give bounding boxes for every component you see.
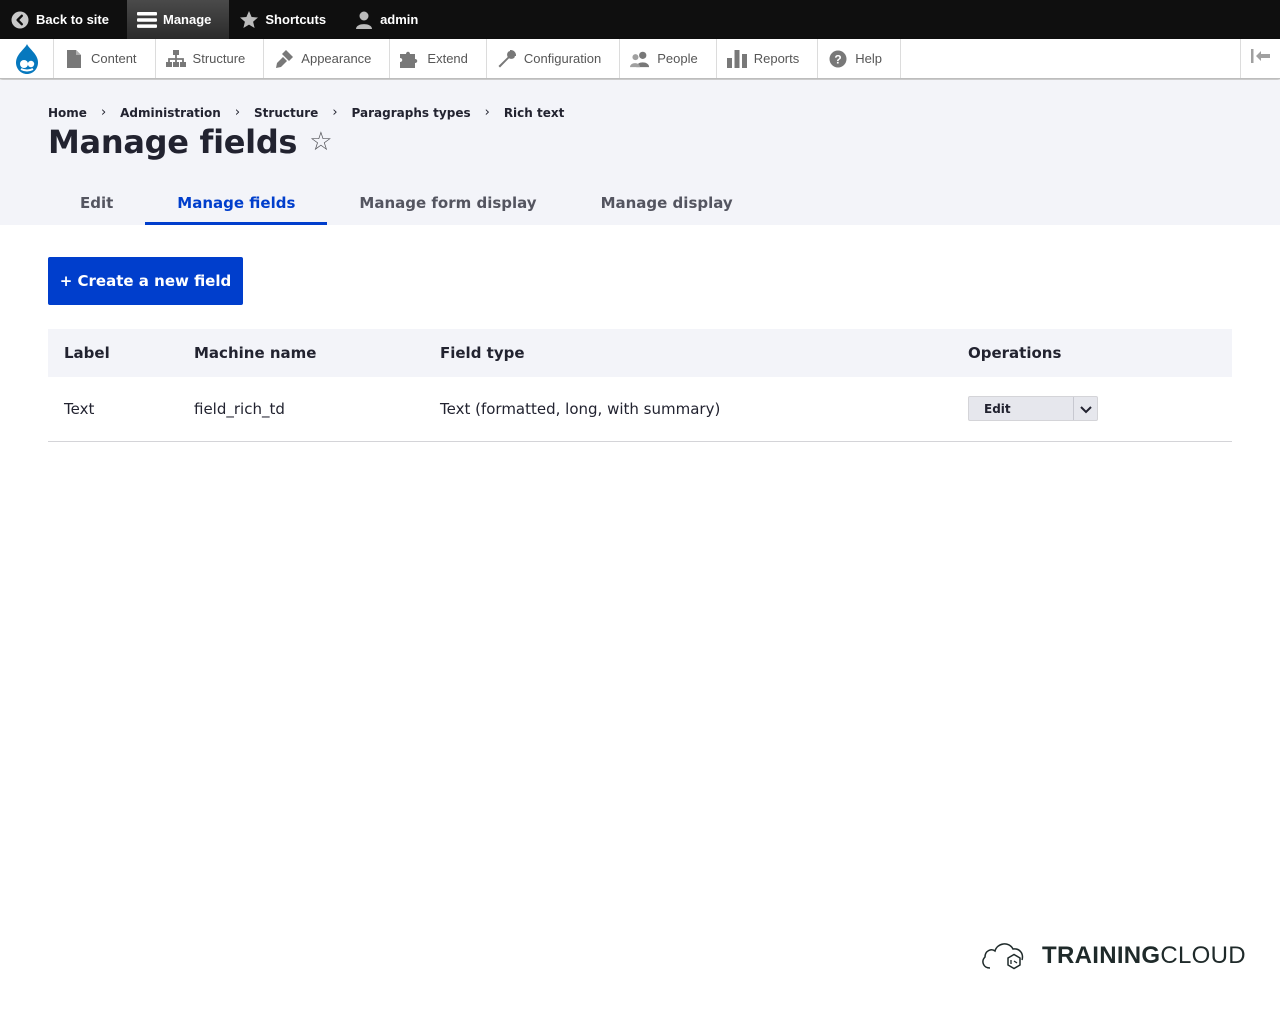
tray-item-configuration[interactable]: Configuration [487,39,621,78]
puzzle-icon [400,49,420,69]
paintbrush-icon [274,49,294,69]
admin-tray: Content Structure Appearance Extend Conf… [0,39,1280,79]
tray-item-label: Help [855,51,882,66]
collapse-arrow-icon [1250,49,1271,68]
table-row: Text field_rich_td Text (formatted, long… [48,377,1232,442]
header-field-type: Field type [424,329,952,377]
operations-dropbutton: Edit [968,396,1098,422]
hamburger-icon [136,10,157,30]
cloud-logo-icon [980,934,1028,978]
manage-label: Manage [162,12,212,27]
wrench-icon [497,49,517,69]
back-to-site-link[interactable]: Back to site [0,0,127,39]
add-shortcut-star-icon[interactable]: ☆ [309,127,332,157]
tray-item-label: Structure [192,51,246,66]
field-type-cell: Text (formatted, long, with summary) [424,377,952,442]
breadcrumb-chevron-icon: › [100,105,107,120]
tray-item-help[interactable]: ? Help [818,39,901,78]
breadcrumb-chevron-icon: › [484,105,490,120]
edit-field-button[interactable]: Edit [969,397,1073,420]
breadcrumb-link-administration[interactable]: Administration [120,106,221,120]
tray-item-reports[interactable]: Reports [717,39,819,78]
help-icon: ? [828,49,848,69]
tab-manage-display[interactable]: Manage display [569,180,765,225]
collapse-tray-button[interactable] [1240,39,1280,78]
tray-item-content[interactable]: Content [54,39,156,78]
tab-manage-form-display[interactable]: Manage form display [327,180,568,225]
back-to-site-label: Back to site [36,12,109,27]
back-arrow-icon [10,10,30,30]
tab-manage-fields[interactable]: Manage fields [145,180,328,225]
tab-edit[interactable]: Edit [48,180,145,225]
field-label-cell: Text [48,377,178,442]
tray-item-label: Content [91,51,137,66]
table-header-row: Label Machine name Field type Operations [48,329,1232,377]
tray-item-people[interactable]: People [620,39,717,78]
tray-item-extend[interactable]: Extend [390,39,487,78]
tray-item-label: Appearance [301,51,372,66]
tray-item-label: Configuration [523,51,602,66]
sitemap-icon [165,49,186,69]
watermark-text: TRAININGCLOUD [1042,942,1246,970]
breadcrumb-chevron-icon: › [234,105,241,120]
trainingcloud-watermark: TRAININGCLOUD [980,934,1246,978]
user-icon [354,10,374,30]
user-tab[interactable]: admin [344,0,436,39]
bar-chart-icon [726,49,747,69]
chevron-down-icon [1079,400,1092,418]
tray-item-label: Extend [427,51,468,66]
watermark-bold-text: TRAINING [1042,942,1161,969]
breadcrumb-link-structure[interactable]: Structure [254,106,318,120]
shortcuts-tab[interactable]: Shortcuts [229,0,344,39]
breadcrumb-link-rich-text[interactable]: Rich text [504,106,565,120]
toolbar-bar: Back to site Manage Shortcuts admin [0,0,1280,39]
operations-cell: Edit [952,377,1232,442]
local-tasks-tabs: Edit Manage fields Manage form display M… [48,180,765,225]
operations-toggle-button[interactable] [1073,397,1097,421]
page-title-text: Manage fields [48,123,298,161]
tray-spacer [901,39,1240,78]
tray-item-structure[interactable]: Structure [156,39,265,78]
header-label: Label [48,329,178,377]
file-icon [64,49,84,69]
drupal-logo-icon[interactable] [0,39,54,78]
machine-name-cell: field_rich_td [178,377,424,442]
watermark-light-text: CLOUD [1160,942,1246,969]
page-title: Manage fields ☆ [48,123,333,161]
tray-item-label: People [657,51,698,66]
breadcrumb: Home › Administration › Structure › Para… [48,105,564,120]
tray-item-label: Reports [753,51,800,66]
manage-tab[interactable]: Manage [126,0,230,39]
page-header-region: Home › Administration › Structure › Para… [0,80,1280,225]
create-new-field-button[interactable]: + Create a new field [48,257,243,305]
tray-item-appearance[interactable]: Appearance [264,39,391,78]
people-icon [630,49,650,69]
shortcuts-label: Shortcuts [265,12,327,27]
breadcrumb-chevron-icon: › [332,105,338,120]
breadcrumb-link-home[interactable]: Home [48,106,87,120]
header-operations: Operations [952,329,1232,377]
star-icon [239,10,259,30]
fields-table: Label Machine name Field type Operations… [48,329,1232,442]
header-machine-name: Machine name [178,329,424,377]
svg-text:?: ? [835,52,842,66]
user-label: admin [380,12,419,27]
breadcrumb-link-paragraphs-types[interactable]: Paragraphs types [352,106,471,120]
